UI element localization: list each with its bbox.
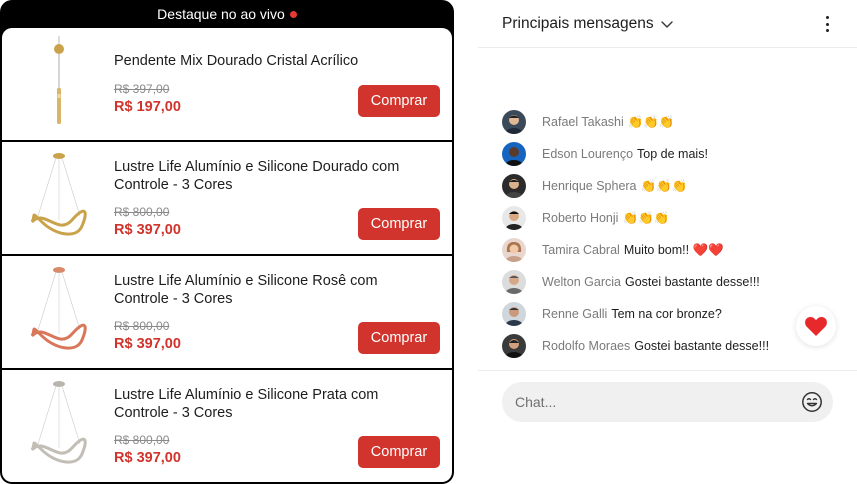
heart-reaction-button[interactable] bbox=[796, 306, 836, 346]
chat-message: Welton Garcia Gostei bastante desse!!! bbox=[502, 266, 842, 298]
product-price: R$ 197,00 bbox=[114, 99, 181, 115]
message-text: Gostei bastante desse!!! bbox=[634, 339, 770, 353]
avatar bbox=[502, 302, 526, 326]
product-old-price: R$ 800,00 bbox=[114, 433, 170, 447]
product-name: Lustre Life Alumínio e Silicone Prata co… bbox=[114, 387, 379, 421]
product-name: Lustre Life Alumínio e Silicone Dourado … bbox=[114, 159, 400, 193]
chat-title: Principais mensagens bbox=[502, 15, 654, 32]
avatar bbox=[502, 238, 526, 262]
chevron-down-icon bbox=[660, 21, 673, 28]
more-options-icon[interactable] bbox=[819, 14, 835, 34]
message-text: Tem na cor bronze? bbox=[611, 307, 722, 321]
avatar bbox=[502, 174, 526, 198]
product-card: Pendente Mix Dourado Cristal Acrílico R$… bbox=[2, 28, 452, 140]
product-card: Lustre Life Alumínio e Silicone Prata co… bbox=[2, 370, 452, 482]
product-list: Pendente Mix Dourado Cristal Acrílico R$… bbox=[2, 28, 452, 482]
product-old-price: R$ 397,00 bbox=[114, 82, 170, 96]
chat-panel: Principais mensagens Rafael Takashi 👏👏👏 … bbox=[478, 0, 857, 484]
product-price: R$ 397,00 bbox=[114, 336, 181, 352]
message-author: Rodolfo Moraes bbox=[542, 339, 631, 353]
message-author: Edson Lourenço bbox=[542, 147, 634, 161]
featured-products-panel: Destaque no ao vivo Pendente Mix Dourado… bbox=[0, 0, 454, 484]
product-name: Lustre Life Alumínio e Silicone Rosê com… bbox=[114, 273, 378, 307]
product-card: Lustre Life Alumínio e Silicone Rosê com… bbox=[2, 256, 452, 368]
avatar bbox=[502, 270, 526, 294]
chat-message: Tamira Cabral Muito bom!! ❤️❤️ bbox=[502, 234, 842, 266]
message-text: Gostei bastante desse!!! bbox=[624, 275, 760, 289]
buy-button[interactable]: Comprar bbox=[358, 436, 440, 468]
chat-filter-dropdown[interactable]: Principais mensagens bbox=[502, 15, 674, 33]
buy-button[interactable]: Comprar bbox=[358, 85, 440, 117]
chat-input[interactable] bbox=[502, 382, 833, 422]
product-price: R$ 397,00 bbox=[114, 450, 181, 466]
message-author: Rafael Takashi bbox=[542, 115, 624, 129]
buy-button[interactable]: Comprar bbox=[358, 208, 440, 240]
message-author: Roberto Honji bbox=[542, 211, 619, 225]
message-author: Renne Galli bbox=[542, 307, 608, 321]
message-text: Top de mais! bbox=[637, 147, 708, 161]
message-text: Muito bom!! ❤️❤️ bbox=[623, 242, 724, 257]
product-card: Lustre Life Alumínio e Silicone Dourado … bbox=[2, 142, 452, 254]
avatar bbox=[502, 334, 526, 358]
avatar bbox=[502, 110, 526, 134]
product-old-price: R$ 800,00 bbox=[114, 205, 170, 219]
chat-message: Rodolfo Moraes Gostei bastante desse!!! bbox=[502, 330, 842, 362]
message-author: Welton Garcia bbox=[542, 275, 621, 289]
chat-message: Roberto Honji 👏👏👏 bbox=[502, 202, 842, 234]
chat-message: Henrique Sphera 👏👏👏 bbox=[502, 170, 842, 202]
message-author: Tamira Cabral bbox=[542, 243, 620, 257]
product-price: R$ 397,00 bbox=[114, 222, 181, 238]
chat-message: Edson Lourenço Top de mais! bbox=[502, 138, 842, 170]
smiley-icon[interactable] bbox=[801, 391, 823, 413]
message-text: 👏👏👏 bbox=[627, 114, 675, 129]
message-text: 👏👏👏 bbox=[622, 210, 670, 225]
chat-header: Principais mensagens bbox=[478, 0, 857, 48]
featured-title: Destaque no ao vivo bbox=[157, 6, 285, 22]
message-author: Henrique Sphera bbox=[542, 179, 637, 193]
pendant-gold-icon bbox=[54, 36, 64, 124]
divider bbox=[478, 370, 857, 371]
message-list: Rafael Takashi 👏👏👏 Edson Lourenço Top de… bbox=[502, 106, 842, 362]
avatar bbox=[502, 142, 526, 166]
buy-button[interactable]: Comprar bbox=[358, 322, 440, 354]
chat-message: Renne Galli Tem na cor bronze? bbox=[502, 298, 842, 330]
chandelier-silver-icon bbox=[30, 381, 87, 464]
heart-icon bbox=[805, 316, 827, 336]
featured-header: Destaque no ao vivo bbox=[0, 0, 454, 28]
product-old-price: R$ 800,00 bbox=[114, 319, 170, 333]
chandelier-rose-icon bbox=[30, 267, 87, 350]
message-text: 👏👏👏 bbox=[640, 178, 688, 193]
avatar bbox=[502, 206, 526, 230]
chandelier-gold-icon bbox=[30, 153, 87, 236]
chat-message: Rafael Takashi 👏👏👏 bbox=[502, 106, 842, 138]
product-name: Pendente Mix Dourado Cristal Acrílico bbox=[114, 53, 359, 69]
live-indicator-icon bbox=[289, 10, 297, 18]
